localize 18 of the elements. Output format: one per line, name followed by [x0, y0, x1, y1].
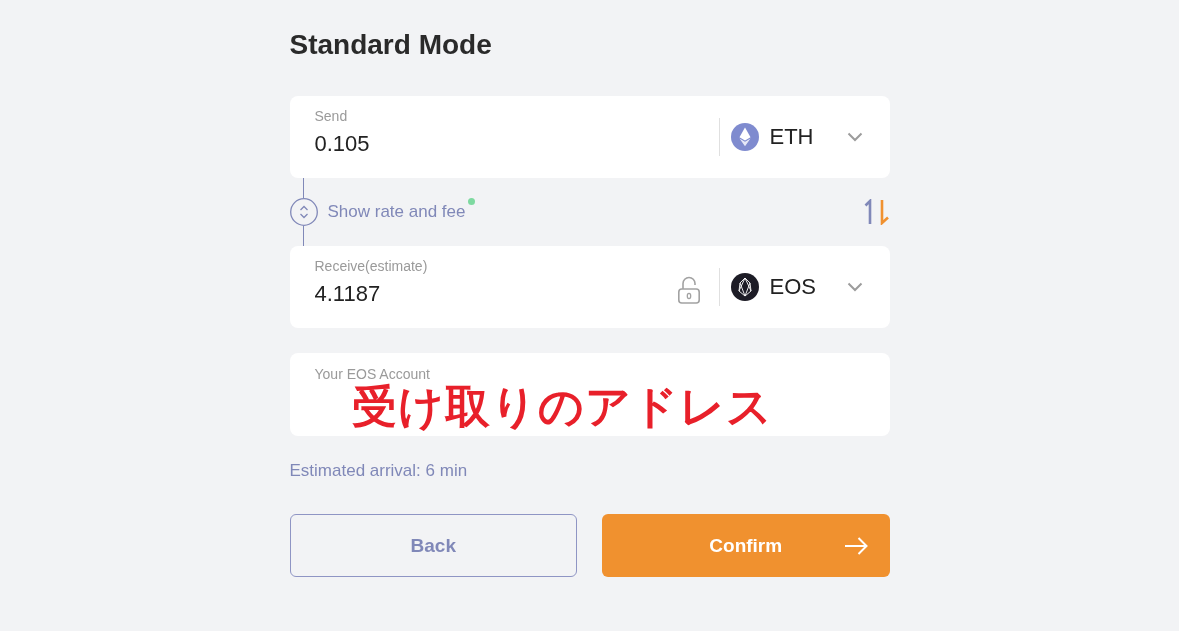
estimated-arrival-text: Estimated arrival: 6 min: [289, 461, 469, 481]
field-label: Your EOS Account: [314, 366, 430, 383]
amount-field[interactable]: 4.1187: [314, 281, 677, 307]
annotation-text: 受け取りのアドレス: [351, 381, 773, 433]
chevron-down-icon[interactable]: [846, 282, 863, 292]
field-label: Receive(estimate): [314, 258, 428, 275]
padlock-open-icon[interactable]: [676, 276, 701, 304]
page-title: Standard Mode: [289, 29, 493, 61]
chevron-down-icon[interactable]: [846, 132, 863, 142]
eos-coin-icon: [730, 273, 759, 301]
amount-field[interactable]: 0.105: [314, 131, 719, 157]
currency-selector[interactable]: EOS: [769, 274, 816, 300]
field-label: Send: [314, 108, 348, 125]
ethereum-coin-icon: [730, 123, 759, 151]
account-field[interactable]: Your EOS Account 受け取りのアドレス: [289, 353, 890, 436]
arrow-right-icon: [843, 536, 868, 555]
chevron-up-down-icon[interactable]: [289, 198, 318, 226]
currency-selector[interactable]: ETH: [769, 124, 814, 150]
